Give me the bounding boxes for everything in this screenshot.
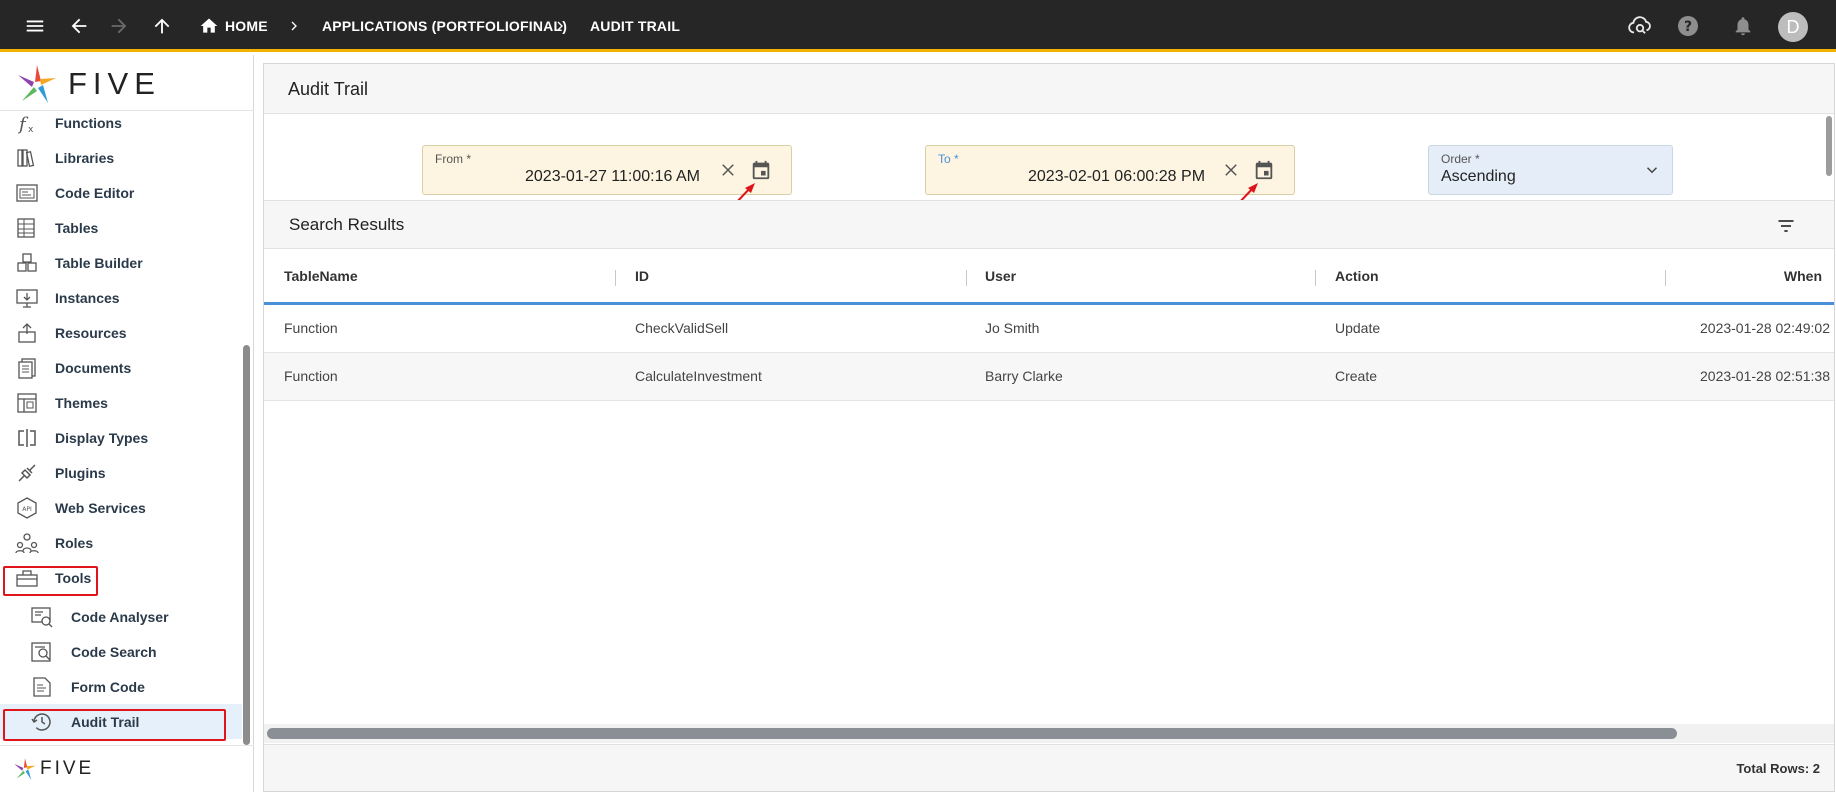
column-divider <box>966 270 967 286</box>
chevron-down-icon[interactable] <box>1640 158 1664 182</box>
column-header-user[interactable]: User <box>985 268 1016 284</box>
footer-brand: FIVE <box>0 745 254 792</box>
sidebar-item-functions[interactable]: fx Functions <box>0 105 242 140</box>
table-builder-icon <box>13 249 41 277</box>
back-arrow-icon[interactable] <box>59 0 99 52</box>
column-header-when[interactable]: When <box>1784 268 1822 284</box>
cell-when: 2023-01-28 02:49:02 <box>1700 320 1830 336</box>
code-analyser-icon <box>28 603 56 631</box>
column-divider <box>615 270 616 286</box>
code-search-icon <box>28 638 56 666</box>
brand-header: FIVE <box>0 55 254 111</box>
breadcrumb-audit-trail: AUDIT TRAIL <box>590 18 681 34</box>
main-scrollbar[interactable] <box>1826 116 1832 176</box>
svg-text:?: ? <box>1684 19 1692 35</box>
code-editor-icon <box>13 179 41 207</box>
documents-icon <box>13 354 41 382</box>
sidebar-item-roles[interactable]: Roles <box>0 525 242 560</box>
help-icon[interactable]: ? <box>1668 0 1708 52</box>
from-date-value[interactable]: 2023-01-27 11:00:16 AM <box>525 168 700 186</box>
svg-text:x: x <box>28 125 34 135</box>
table-row[interactable]: Function CheckValidSell Jo Smith Update … <box>264 305 1834 353</box>
themes-icon <box>13 389 41 417</box>
five-logo-icon <box>14 758 36 780</box>
function-icon: fx <box>13 109 41 137</box>
breadcrumb-applications[interactable]: APPLICATIONS (PORTFOLIOFINAL) <box>322 0 567 52</box>
sidebar-item-tables[interactable]: Tables <box>0 210 242 245</box>
filter-icon[interactable] <box>1774 214 1798 238</box>
cell-id: CalculateInvestment <box>635 368 762 384</box>
web-services-icon: API <box>13 494 41 522</box>
sidebar-item-instances[interactable]: Instances <box>0 280 242 315</box>
cell-tablename: Function <box>284 320 338 336</box>
search-results-header: Search Results <box>264 200 1834 249</box>
to-date-value[interactable]: 2023-02-01 06:00:28 PM <box>1028 168 1205 186</box>
cell-when: 2023-01-28 02:51:38 <box>1700 368 1830 384</box>
plugins-icon <box>13 459 41 487</box>
cell-id: CheckValidSell <box>635 320 729 336</box>
tables-icon <box>13 214 41 242</box>
cell-user: Jo Smith <box>985 320 1040 336</box>
table-header: TableName ID User Action When <box>264 250 1834 305</box>
sidebar-scrollbar[interactable] <box>243 345 250 745</box>
order-value: Ascending <box>1441 168 1516 185</box>
column-header-action[interactable]: Action <box>1335 268 1379 284</box>
sidebar-item-table-builder[interactable]: Table Builder <box>0 245 242 280</box>
sidebar-item-libraries[interactable]: Libraries <box>0 140 242 175</box>
bell-icon[interactable] <box>1723 0 1763 52</box>
cell-user: Barry Clarke <box>985 368 1063 384</box>
cell-tablename: Function <box>284 368 338 384</box>
footer-wordmark: FIVE <box>40 758 95 779</box>
sidebar-item-themes[interactable]: Themes <box>0 385 242 420</box>
sidebar-item-plugins[interactable]: Plugins <box>0 455 242 490</box>
cell-action: Create <box>1335 368 1378 384</box>
instances-icon <box>13 284 41 312</box>
total-rows: Total Rows: 2 <box>1736 761 1820 776</box>
display-types-icon <box>13 424 41 452</box>
sidebar-item-code-analyser[interactable]: Code Analyser <box>0 599 242 634</box>
avatar[interactable]: D <box>1778 12 1808 42</box>
sidebar-item-resources[interactable]: Resources <box>0 315 242 350</box>
top-bar: HOME APPLICATIONS (PORTFOLIOFINAL) AUDIT… <box>0 0 1836 52</box>
sidebar-item-code-search[interactable]: Code Search <box>0 634 242 669</box>
highlight-tools <box>3 566 98 596</box>
forward-arrow-icon[interactable] <box>99 0 139 52</box>
up-arrow-icon[interactable] <box>142 0 182 52</box>
brand-wordmark: FIVE <box>68 66 161 101</box>
form-code-icon <box>28 673 56 701</box>
sidebar-item-form-code[interactable]: Form Code <box>0 669 242 704</box>
horizontal-scrollbar[interactable] <box>267 728 1677 739</box>
sidebar-item-display-types[interactable]: Display Types <box>0 420 242 455</box>
sidebar-item-documents[interactable]: Documents <box>0 350 242 385</box>
column-divider <box>1315 270 1316 286</box>
main-panel: Audit Trail From * 2023-01-27 11:00:16 A… <box>263 63 1835 792</box>
sidebar-item-web-services[interactable]: API Web Services <box>0 490 242 525</box>
chevron-right-icon <box>552 0 568 52</box>
order-select[interactable]: Order * Ascending <box>1428 145 1673 195</box>
page-header: Audit Trail <box>264 64 1834 114</box>
five-logo-icon <box>18 65 56 103</box>
menu-icon[interactable] <box>15 0 55 52</box>
cell-action: Update <box>1335 320 1381 336</box>
column-header-id[interactable]: ID <box>635 268 649 284</box>
search-results-title: Search Results <box>289 215 405 234</box>
sidebar: FIVE fx Functions Libraries Code Editor … <box>0 55 254 792</box>
column-divider <box>1665 270 1666 286</box>
highlight-audit-trail <box>3 709 226 741</box>
cloud-search-icon[interactable] <box>1620 0 1660 52</box>
libraries-icon <box>13 144 41 172</box>
chevron-right-icon <box>286 0 302 52</box>
page-title: Audit Trail <box>288 79 369 99</box>
svg-text:API: API <box>22 506 32 513</box>
table-row[interactable]: Function CalculateInvestment Barry Clark… <box>264 353 1834 401</box>
home-icon[interactable] <box>189 0 229 52</box>
breadcrumb-home[interactable]: HOME <box>225 0 268 52</box>
table-footer: Total Rows: 2 <box>264 744 1834 791</box>
sidebar-item-code-editor[interactable]: Code Editor <box>0 175 242 210</box>
roles-icon <box>13 529 41 557</box>
column-header-tablename[interactable]: TableName <box>284 268 358 284</box>
resources-icon <box>13 319 41 347</box>
